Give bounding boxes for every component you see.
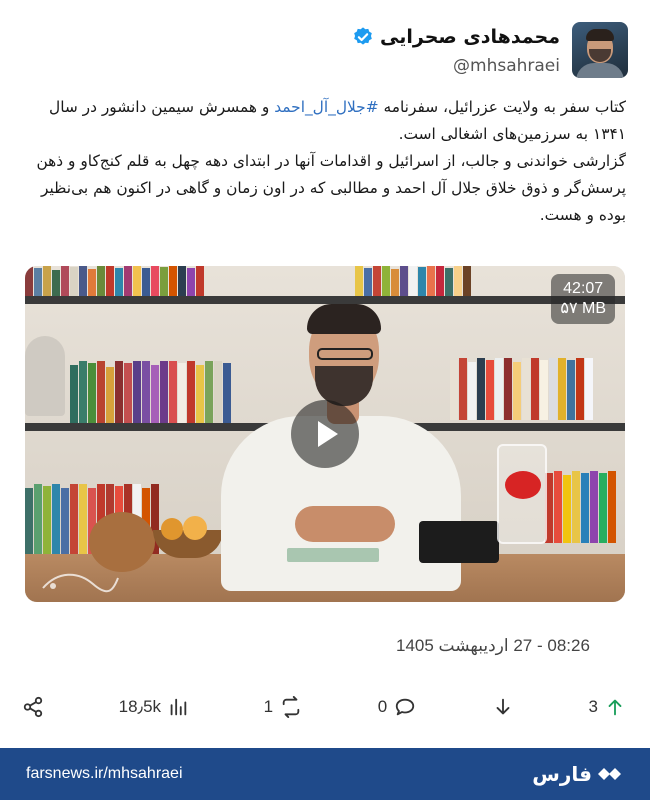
author-avatar[interactable]: [572, 22, 628, 78]
reply-count: 0: [377, 697, 388, 716]
author-info: محمدهادی صحرایی @mhsahraei: [352, 22, 560, 76]
post-paragraph-2: گزارشی خواندنی و جالب، از اسرائیل و اقدا…: [36, 152, 626, 224]
brand-logo[interactable]: فارس: [532, 762, 624, 786]
post-timestamp: 08:26 - 27 اردیبهشت 1405: [396, 636, 590, 655]
upvote-button[interactable]: 3: [589, 696, 626, 718]
share-icon: [23, 696, 43, 718]
bar-chart-icon: [170, 698, 187, 716]
arrow-up-icon: [608, 699, 622, 716]
post-header: محمدهادی صحرایی @mhsahraei: [22, 22, 628, 86]
retweet-button[interactable]: 1: [264, 696, 303, 718]
video-duration: 42:07: [563, 280, 604, 297]
footer-bar: farsnews.ir/mhsahraei فارس: [0, 748, 650, 800]
brand-name: فارس: [532, 762, 592, 786]
upvote-count: 3: [588, 697, 598, 716]
share-button[interactable]: [22, 696, 44, 718]
author-handle[interactable]: @mhsahraei: [352, 56, 560, 76]
arrow-down-icon: [496, 698, 510, 715]
author-name[interactable]: محمدهادی صحرایی: [380, 26, 560, 48]
retweet-count: 1: [263, 697, 274, 716]
video-size: ۵۷ MB: [560, 300, 606, 317]
video-player[interactable]: 42:07 ۵۷ MB: [25, 266, 625, 602]
reply-button[interactable]: 0: [378, 696, 417, 718]
video-watermark-logo: [42, 573, 119, 593]
video-duration-badge: 42:07 ۵۷ MB: [551, 274, 615, 324]
play-icon: [318, 421, 338, 447]
post-paragraph-1: کتاب سفر به ولایت عزرائیل، سفرنامه #جلال…: [49, 98, 626, 143]
post-body: کتاب سفر به ولایت عزرائیل، سفرنامه #جلال…: [22, 94, 626, 229]
downvote-button[interactable]: [492, 696, 514, 718]
action-bar: 18٫5k 1 0 3: [22, 690, 626, 724]
views-stat[interactable]: 18٫5k: [119, 696, 189, 718]
footer-url[interactable]: farsnews.ir/mhsahraei: [26, 765, 183, 783]
comment-icon: [396, 698, 415, 716]
hashtag-link[interactable]: #جلال_آل_احمد: [274, 98, 378, 116]
retweet-icon: [282, 696, 300, 718]
verified-badge-icon: [354, 27, 372, 45]
play-button[interactable]: [291, 400, 359, 468]
brand-mark-icon: [598, 768, 621, 780]
views-count: 18٫5k: [118, 697, 162, 716]
